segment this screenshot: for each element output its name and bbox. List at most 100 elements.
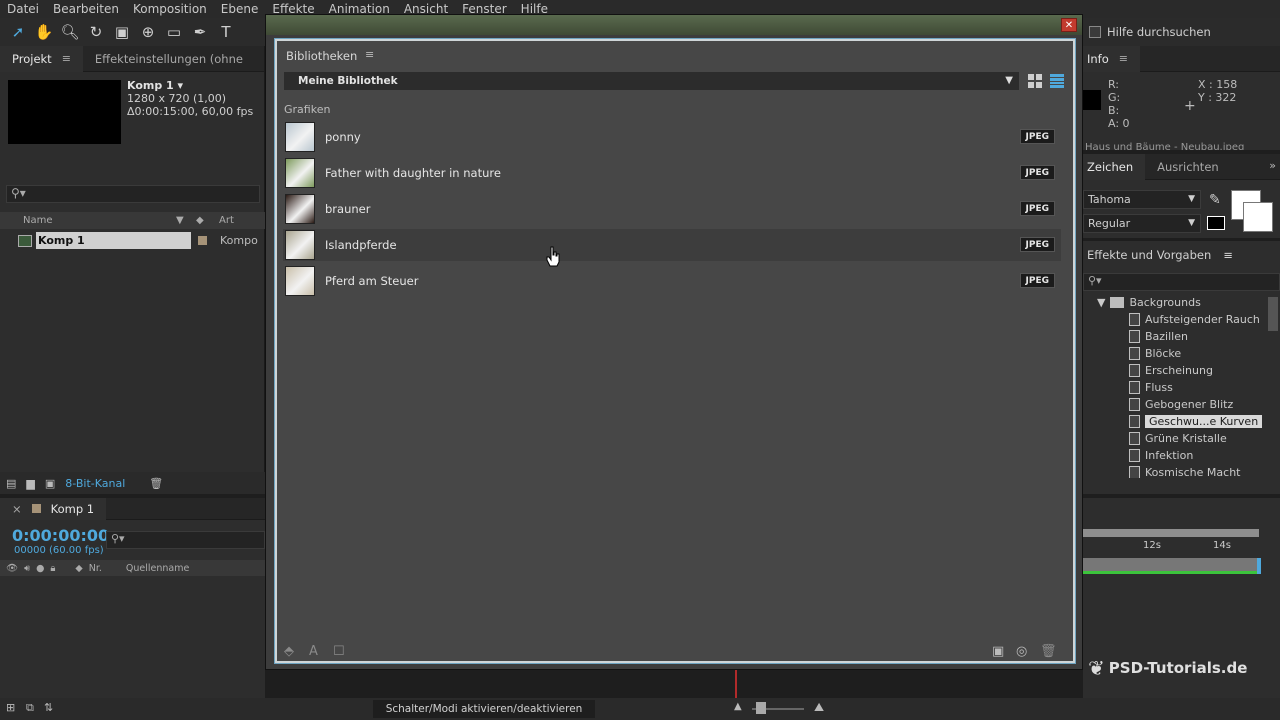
asset-row[interactable]: Islandpferde JPEG [283,229,1061,261]
audio-icon[interactable]: 🔊︎ [24,563,30,574]
camera-tool-icon[interactable]: ▣ [112,22,132,42]
tab-info[interactable]: Info ≡ [1083,45,1140,72]
effect-preset-item[interactable]: Geschwu...e Kurven [1129,413,1263,430]
asset-row[interactable]: ponny JPEG [283,121,1061,153]
timeline-search-input[interactable]: ⚲▾ [106,531,265,549]
menu-bearbeiten[interactable]: Bearbeiten [46,2,126,16]
effect-preset-item[interactable]: Aufsteigender Rauch [1129,311,1260,328]
tab-komp-1[interactable]: × Komp 1 [0,497,107,520]
zoom-in-icon[interactable]: ⛰ [814,700,824,715]
rectangle-tool-icon[interactable]: ▭ [164,22,184,42]
effect-preset-item[interactable]: Kosmische Macht [1129,464,1240,478]
add-graphic-icon[interactable]: ⬘ [284,644,294,659]
eyedropper-icon[interactable]: ✎ [1209,192,1221,208]
tick-14s: 14s [1213,540,1231,551]
help-search-label[interactable]: Hilfe durchsuchen [1107,25,1211,39]
effect-preset-label: Gebogener Blitz [1145,398,1234,411]
close-icon[interactable]: × [12,502,22,516]
dialog-titlebar[interactable] [266,15,1082,35]
tab-projekt[interactable]: Projekt ≡ [0,45,83,72]
hand-cursor-icon [546,246,560,267]
project-search-input[interactable]: ⚲▾ [6,185,260,203]
hand-tool-icon[interactable]: ✋ [34,22,54,42]
table-row[interactable]: Komp 1 Kompo [0,232,265,249]
font-style-select[interactable]: Regular ▼ [1083,214,1201,233]
panel-overflow-icon[interactable]: » [1269,159,1276,172]
panel-menu-icon[interactable]: ≡ [62,52,71,65]
lock-icon[interactable]: 🔒︎ [50,563,55,574]
info-a: A: 0 [1108,117,1130,130]
trash-icon[interactable]: 🗑︎ [1040,644,1057,659]
asset-name: Pferd am Steuer [325,274,419,288]
scrollbar[interactable] [1268,297,1278,331]
row-name[interactable]: Komp 1 [36,232,191,249]
comp-flowchart-icon[interactable]: ⊞ [6,701,15,714]
label-tag-icon[interactable]: ◆ [196,215,204,226]
toggle-switches-modes-button[interactable]: Schalter/Modi aktivieren/deaktivieren [373,700,595,718]
label-tag-icon[interactable]: ◆ [75,563,82,574]
add-color-icon[interactable]: ☐ [333,644,345,659]
black-white-swatch[interactable] [1207,216,1225,230]
menu-komposition[interactable]: Komposition [126,2,214,16]
sync-icon[interactable]: ◎ [1016,644,1027,659]
new-folder-icon[interactable]: ▆ [26,477,34,490]
zoom-out-icon[interactable]: ▲ [734,701,742,712]
asset-row[interactable]: brauner JPEG [283,193,1061,225]
menu-datei[interactable]: Datei [0,2,46,16]
composition-mini-icon[interactable]: ⧉ [26,701,34,715]
end-marker[interactable] [1257,558,1261,574]
graph-editor-icon[interactable]: ⇅ [44,701,53,714]
menu-ebene[interactable]: Ebene [214,2,266,16]
library-select[interactable]: Meine Bibliothek ▼ [284,72,1019,90]
current-timecode[interactable]: 0:00:00:00 [12,526,109,545]
interpret-footage-icon[interactable]: ▤ [6,477,16,490]
add-text-icon[interactable]: A [309,644,318,659]
asset-row[interactable]: Father with daughter in nature JPEG [283,157,1061,189]
butterfly-logo-icon: ❦ [1088,656,1105,680]
effect-list: Aufsteigender Rauch Bazillen Blöcke Erschei… [1083,241,1268,478]
comp-title[interactable]: Komp 1 ▾ [127,79,253,92]
trash-icon[interactable]: 🗑︎ [149,477,163,490]
solo-icon[interactable]: ● [36,563,44,574]
grid-view-icon[interactable] [1028,74,1042,88]
effect-preset-item[interactable]: Infektion [1129,447,1193,464]
new-comp-icon[interactable]: ▣ [45,477,55,490]
stroke-color-swatch[interactable] [1243,202,1273,232]
text-tool-icon[interactable]: T [216,22,236,42]
help-checkbox[interactable] [1089,26,1101,38]
rotate-tool-icon[interactable]: ↻ [86,22,106,42]
effect-preset-item[interactable]: Blöcke [1129,345,1181,362]
col-name[interactable]: Name [23,215,53,226]
effect-preset-item[interactable]: Gebogener Blitz [1129,396,1233,413]
layer-bar[interactable] [1083,558,1259,574]
tab-ausrichten[interactable]: Ausrichten [1145,154,1231,180]
effect-preset-label: Aufsteigender Rauch [1145,313,1260,326]
sort-chevron-icon[interactable]: ▼ [176,215,184,226]
panel-menu-icon[interactable]: ≡ [365,48,374,61]
effect-preset-item[interactable]: Fluss [1129,379,1173,396]
project-panel: Projekt ≡ Effekteinstellungen (ohne Komp … [0,45,265,494]
stock-icon[interactable]: ▣ [992,644,1004,659]
pen-tool-icon[interactable]: ✒ [190,22,210,42]
tab-zeichen[interactable]: Zeichen [1083,153,1146,180]
character-panel: Zeichen Ausrichten » Tahoma ▼ Regular ▼ ✎ [1083,153,1280,238]
effect-preset-item[interactable]: Bazillen [1129,328,1188,345]
toolbar: ➚ ✋ 🔍︎ ↻ ▣ ⊕ ▭ ✒ T [0,18,265,46]
eye-icon[interactable]: 👁︎ [6,563,18,574]
col-type[interactable]: Art [219,215,234,226]
effect-preset-item[interactable]: Grüne Kristalle [1129,430,1227,447]
close-button[interactable]: ✕ [1061,18,1077,32]
selection-tool-icon[interactable]: ➚ [8,22,28,42]
bit-depth-button[interactable]: 8-Bit-Kanal [65,477,125,490]
asset-row[interactable]: Pferd am Steuer JPEG [283,265,1061,297]
panel-menu-icon[interactable]: ≡ [1119,52,1128,65]
zoom-slider-handle[interactable] [756,702,766,714]
list-view-icon[interactable] [1050,74,1064,88]
zoom-tool-icon[interactable]: 🔍︎ [60,22,80,42]
pan-behind-tool-icon[interactable]: ⊕ [138,22,158,42]
work-area-bar[interactable] [1083,529,1259,537]
tab-effekteinstellungen[interactable]: Effekteinstellungen (ohne [83,46,255,72]
effect-preset-item[interactable]: Erscheinung [1129,362,1213,379]
watermark-text: PSD-Tutorials.de [1108,659,1248,677]
font-family-select[interactable]: Tahoma ▼ [1083,190,1201,209]
